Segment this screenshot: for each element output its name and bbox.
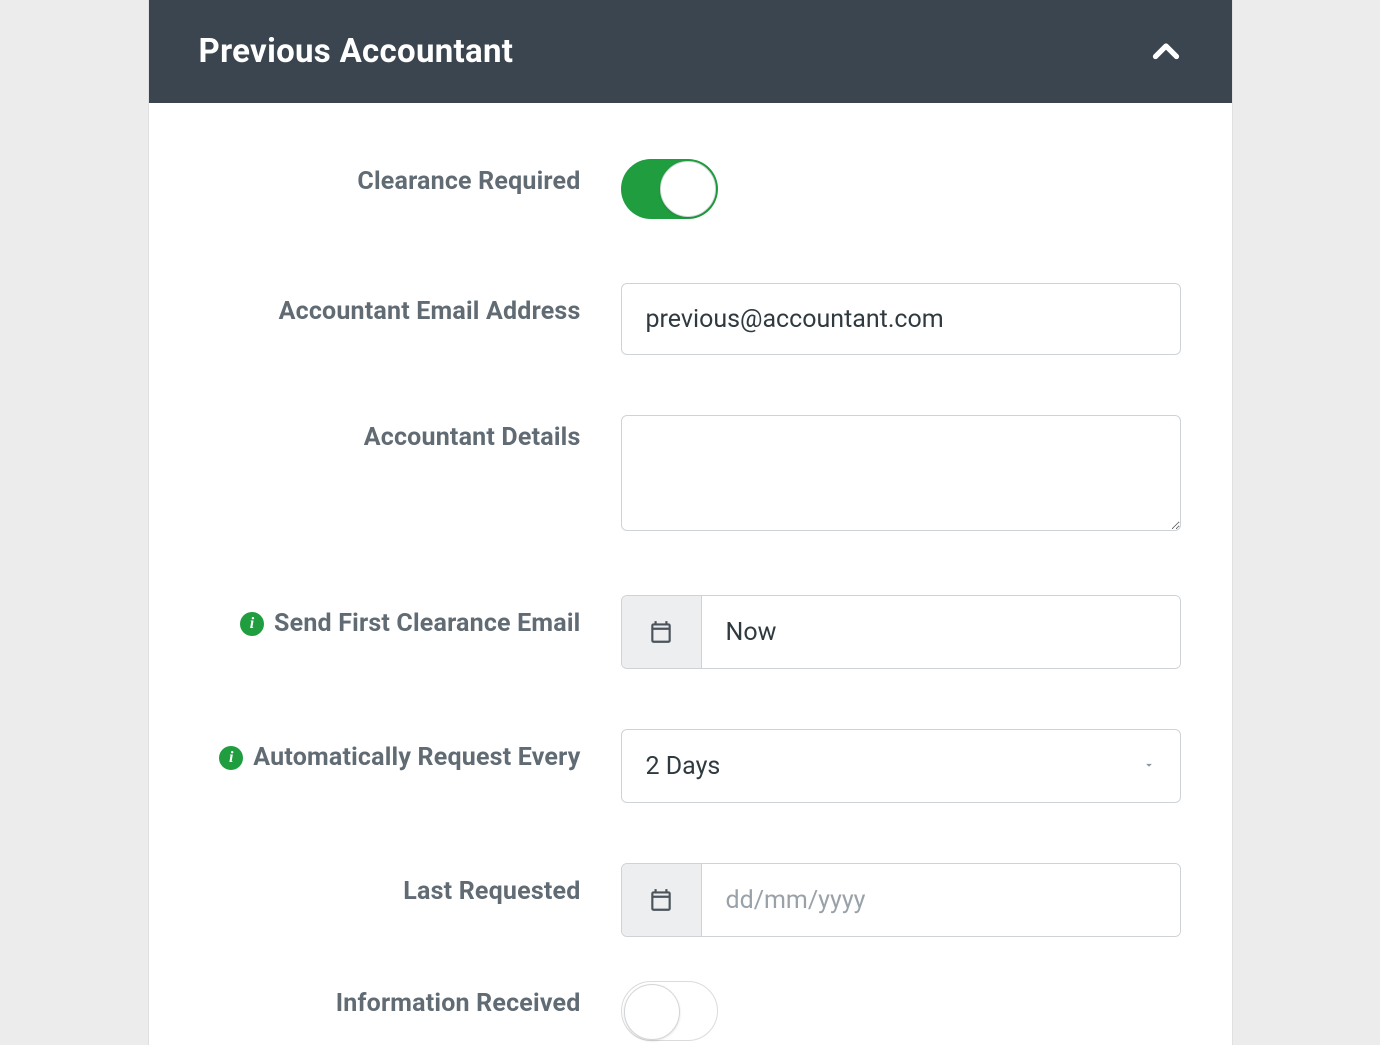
input-last-requested-field[interactable] [702, 864, 1180, 936]
toggle-clearance-required[interactable] [621, 159, 718, 219]
panel-body: Clearance Required Accountant Email Addr… [149, 103, 1232, 1045]
input-first-clearance-email-field[interactable] [702, 596, 1180, 668]
calendar-icon [622, 596, 702, 668]
row-clearance-required: Clearance Required [149, 159, 1232, 223]
calendar-icon [622, 864, 702, 936]
panel-title: Previous Accountant [199, 32, 514, 71]
row-last-requested: Last Requested [149, 863, 1232, 937]
toggle-knob [624, 984, 680, 1040]
label-accountant-email: Accountant Email Address [199, 283, 621, 326]
label-info-received: Information Received [199, 981, 621, 1018]
label-clearance-required: Clearance Required [199, 159, 621, 196]
label-first-clearance-email-text: Send First Clearance Email [274, 609, 580, 638]
input-last-requested[interactable] [621, 863, 1181, 937]
toggle-info-received[interactable] [621, 981, 718, 1041]
textarea-accountant-details[interactable] [621, 415, 1181, 531]
row-accountant-details: Accountant Details [149, 415, 1232, 535]
select-auto-request[interactable]: 2 Days [621, 729, 1181, 803]
label-accountant-details: Accountant Details [199, 415, 621, 452]
label-auto-request-text: Automatically Request Every [253, 743, 580, 772]
row-first-clearance-email: i Send First Clearance Email [149, 595, 1232, 669]
row-info-received: Information Received [149, 981, 1232, 1045]
previous-accountant-panel: Previous Accountant Clearance Required A… [148, 0, 1233, 1045]
label-first-clearance-email: i Send First Clearance Email [199, 595, 621, 638]
caret-down-icon [1142, 757, 1156, 776]
input-first-clearance-email[interactable] [621, 595, 1181, 669]
info-icon[interactable]: i [240, 612, 264, 636]
input-accountant-email[interactable] [621, 283, 1181, 355]
collapse-icon[interactable] [1146, 32, 1186, 72]
label-last-requested: Last Requested [199, 863, 621, 906]
info-icon[interactable]: i [219, 746, 243, 770]
row-auto-request: i Automatically Request Every 2 Days [149, 729, 1232, 803]
panel-header[interactable]: Previous Accountant [149, 0, 1232, 103]
label-auto-request: i Automatically Request Every [199, 729, 621, 772]
row-accountant-email: Accountant Email Address [149, 283, 1232, 355]
toggle-knob [660, 161, 716, 217]
select-auto-request-value: 2 Days [646, 752, 721, 781]
